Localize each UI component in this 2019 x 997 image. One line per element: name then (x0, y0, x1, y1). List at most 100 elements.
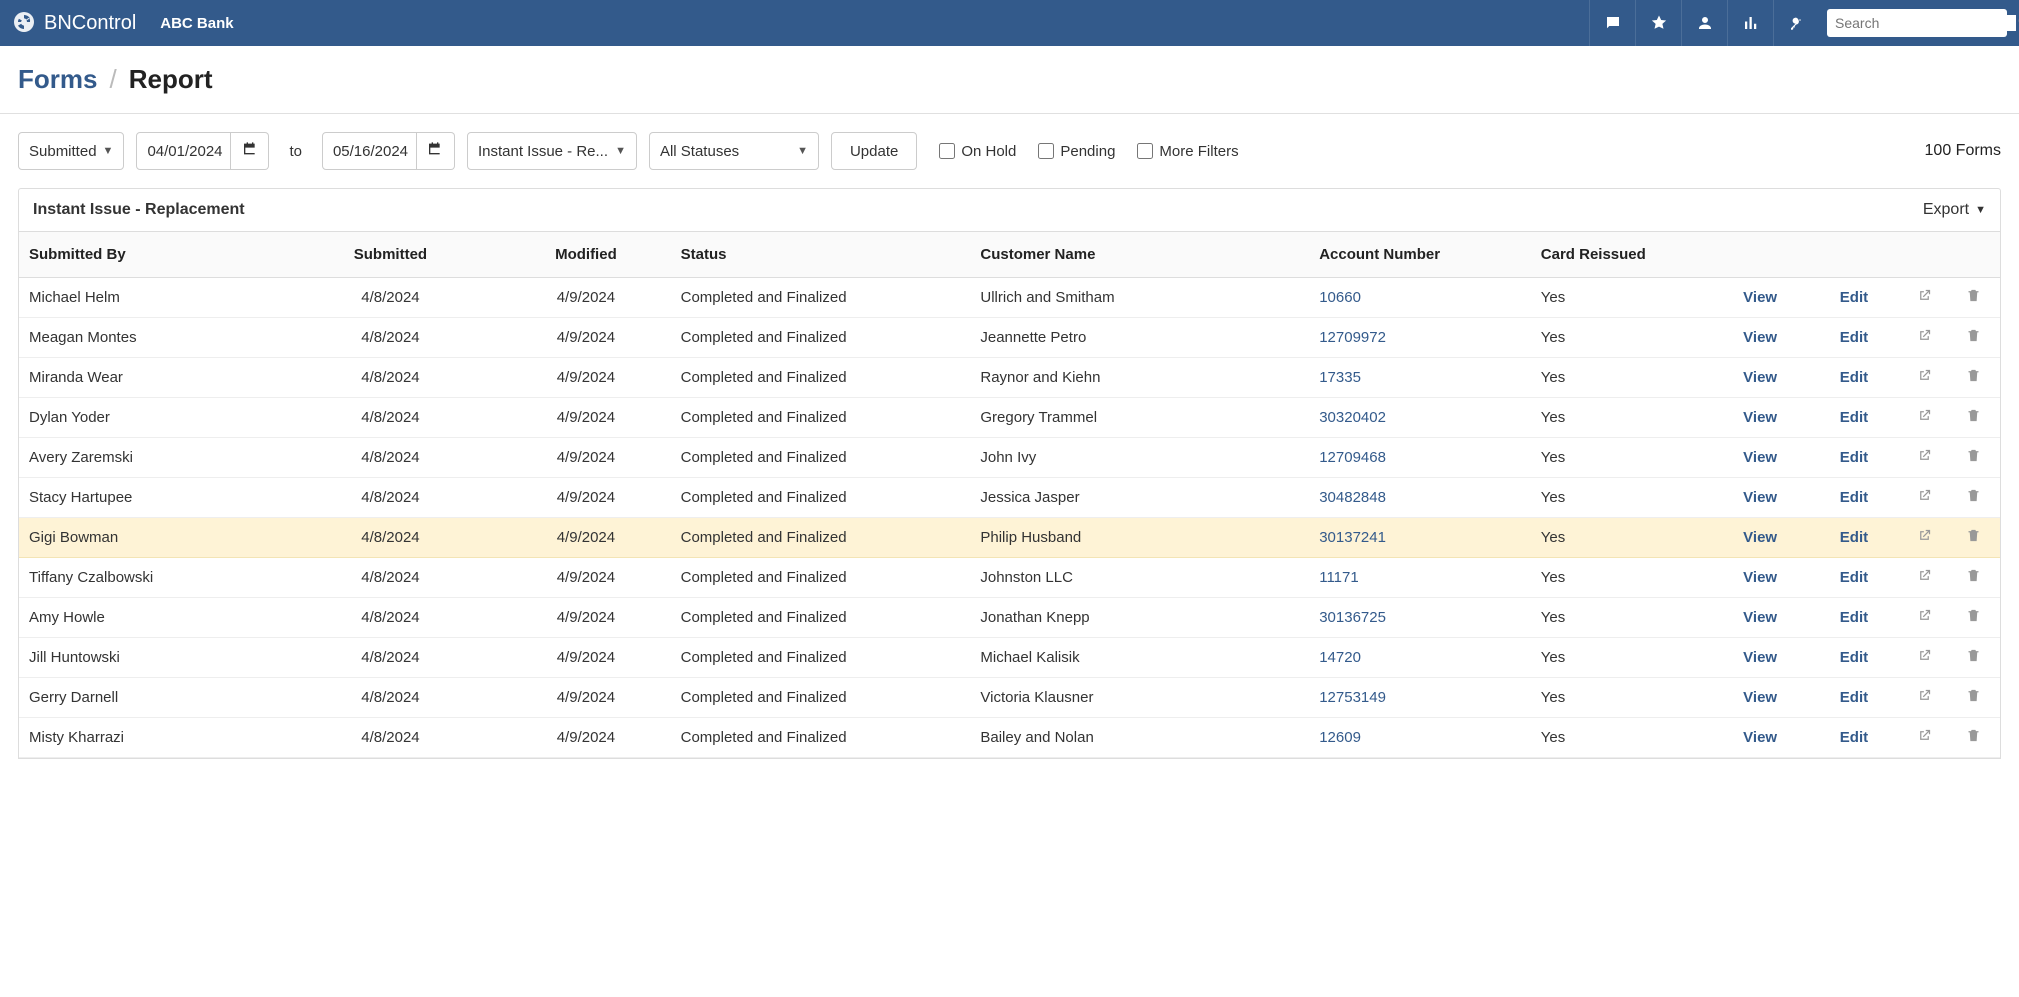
external-link-icon[interactable] (1917, 370, 1932, 387)
col-reissued[interactable]: Card Reissued (1531, 232, 1713, 278)
account-link[interactable]: 10660 (1319, 289, 1361, 306)
search-box[interactable] (1827, 9, 2007, 37)
view-link[interactable]: View (1743, 449, 1777, 466)
sort-select[interactable]: Submitted ▼ (18, 132, 124, 170)
external-link-icon[interactable] (1917, 290, 1932, 307)
edit-link[interactable]: Edit (1840, 369, 1868, 386)
external-link-icon[interactable] (1917, 730, 1932, 747)
view-link[interactable]: View (1743, 289, 1777, 306)
more-filters-checkbox[interactable]: More Filters (1137, 143, 1238, 160)
account-link[interactable]: 11171 (1319, 569, 1359, 586)
account-link[interactable]: 12709468 (1319, 449, 1386, 466)
table-row[interactable]: Gerry Darnell4/8/20244/9/2024Completed a… (19, 678, 2000, 718)
account-link[interactable]: 17335 (1319, 369, 1361, 386)
form-type-select[interactable]: Instant Issue - Re... ▼ (467, 132, 637, 170)
edit-link[interactable]: Edit (1840, 649, 1868, 666)
table-row[interactable]: Dylan Yoder4/8/20244/9/2024Completed and… (19, 398, 2000, 438)
trash-icon[interactable] (1966, 530, 1981, 547)
trash-icon[interactable] (1966, 410, 1981, 427)
account-link[interactable]: 14720 (1319, 649, 1361, 666)
view-link[interactable]: View (1743, 529, 1777, 546)
col-modified[interactable]: Modified (501, 232, 670, 278)
table-row[interactable]: Misty Kharrazi4/8/20244/9/2024Completed … (19, 718, 2000, 758)
col-customer[interactable]: Customer Name (970, 232, 1309, 278)
col-submitted-by[interactable]: Submitted By (19, 232, 280, 278)
edit-link[interactable]: Edit (1840, 449, 1868, 466)
external-link-icon[interactable] (1917, 690, 1932, 707)
pending-checkbox-input[interactable] (1038, 143, 1054, 159)
table-row[interactable]: Avery Zaremski4/8/20244/9/2024Completed … (19, 438, 2000, 478)
view-link[interactable]: View (1743, 609, 1777, 626)
col-account[interactable]: Account Number (1309, 232, 1531, 278)
external-link-icon[interactable] (1917, 530, 1932, 547)
edit-link[interactable]: Edit (1840, 409, 1868, 426)
table-row[interactable]: Amy Howle4/8/20244/9/2024Completed and F… (19, 598, 2000, 638)
view-link[interactable]: View (1743, 649, 1777, 666)
onhold-checkbox[interactable]: On Hold (939, 143, 1016, 160)
table-row[interactable]: Jill Huntowski4/8/20244/9/2024Completed … (19, 638, 2000, 678)
more-filters-checkbox-input[interactable] (1137, 143, 1153, 159)
external-link-icon[interactable] (1917, 650, 1932, 667)
view-link[interactable]: View (1743, 569, 1777, 586)
star-icon[interactable] (1635, 0, 1681, 46)
account-link[interactable]: 12753149 (1319, 689, 1386, 706)
edit-link[interactable]: Edit (1840, 289, 1868, 306)
status-select[interactable]: All Statuses ▼ (649, 132, 819, 170)
table-row[interactable]: Meagan Montes4/8/20244/9/2024Completed a… (19, 318, 2000, 358)
trash-icon[interactable] (1966, 610, 1981, 627)
account-link[interactable]: 12709972 (1319, 329, 1386, 346)
account-link[interactable]: 30482848 (1319, 489, 1386, 506)
external-link-icon[interactable] (1917, 610, 1932, 627)
table-row[interactable]: Tiffany Czalbowski4/8/20244/9/2024Comple… (19, 558, 2000, 598)
chart-icon[interactable] (1727, 0, 1773, 46)
edit-link[interactable]: Edit (1840, 529, 1868, 546)
external-link-icon[interactable] (1917, 450, 1932, 467)
view-link[interactable]: View (1743, 689, 1777, 706)
table-row[interactable]: Gigi Bowman4/8/20244/9/2024Completed and… (19, 518, 2000, 558)
trash-icon[interactable] (1966, 450, 1981, 467)
account-link[interactable]: 30136725 (1319, 609, 1386, 626)
account-link[interactable]: 12609 (1319, 729, 1361, 746)
trash-icon[interactable] (1966, 370, 1981, 387)
external-link-icon[interactable] (1917, 330, 1932, 347)
trash-icon[interactable] (1966, 330, 1981, 347)
table-row[interactable]: Stacy Hartupee4/8/20244/9/2024Completed … (19, 478, 2000, 518)
edit-link[interactable]: Edit (1840, 689, 1868, 706)
search-input[interactable] (1835, 15, 2016, 31)
pending-checkbox[interactable]: Pending (1038, 143, 1115, 160)
view-link[interactable]: View (1743, 369, 1777, 386)
date-to-input[interactable]: 05/16/2024 (322, 132, 417, 170)
trash-icon[interactable] (1966, 730, 1981, 747)
view-link[interactable]: View (1743, 409, 1777, 426)
user-icon[interactable] (1681, 0, 1727, 46)
edit-link[interactable]: Edit (1840, 729, 1868, 746)
trash-icon[interactable] (1966, 490, 1981, 507)
key-icon[interactable] (1773, 0, 1819, 46)
breadcrumb-forms-link[interactable]: Forms (18, 64, 97, 95)
export-button[interactable]: Export ▼ (1923, 201, 1986, 219)
external-link-icon[interactable] (1917, 490, 1932, 507)
calendar-to-button[interactable] (417, 132, 455, 170)
edit-link[interactable]: Edit (1840, 489, 1868, 506)
external-link-icon[interactable] (1917, 570, 1932, 587)
edit-link[interactable]: Edit (1840, 569, 1868, 586)
view-link[interactable]: View (1743, 329, 1777, 346)
calendar-from-button[interactable] (231, 132, 269, 170)
view-link[interactable]: View (1743, 489, 1777, 506)
view-link[interactable]: View (1743, 729, 1777, 746)
col-submitted[interactable]: Submitted (280, 232, 502, 278)
update-button[interactable]: Update (831, 132, 917, 170)
table-row[interactable]: Michael Helm4/8/20244/9/2024Completed an… (19, 278, 2000, 318)
col-status[interactable]: Status (671, 232, 971, 278)
external-link-icon[interactable] (1917, 410, 1932, 427)
logo[interactable]: BNControl (12, 10, 136, 37)
edit-link[interactable]: Edit (1840, 329, 1868, 346)
date-from-input[interactable]: 04/01/2024 (136, 132, 231, 170)
account-link[interactable]: 30137241 (1319, 529, 1386, 546)
chat-icon[interactable] (1589, 0, 1635, 46)
trash-icon[interactable] (1966, 650, 1981, 667)
table-row[interactable]: Miranda Wear4/8/20244/9/2024Completed an… (19, 358, 2000, 398)
account-link[interactable]: 30320402 (1319, 409, 1386, 426)
edit-link[interactable]: Edit (1840, 609, 1868, 626)
onhold-checkbox-input[interactable] (939, 143, 955, 159)
